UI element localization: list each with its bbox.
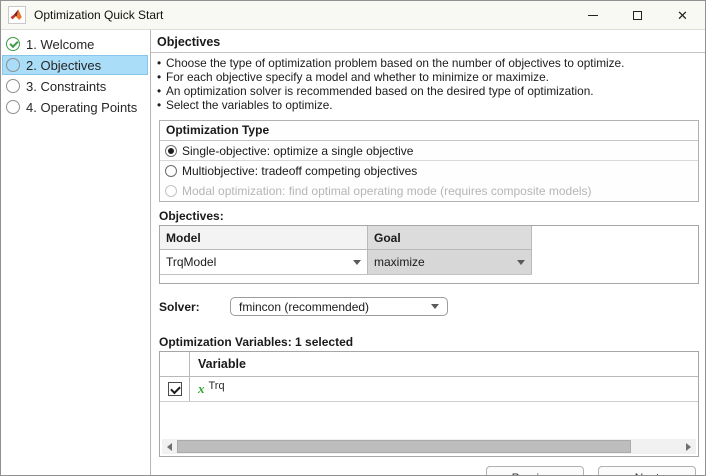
instruction-text: For each objective specify a model and w… [166, 70, 549, 84]
solver-row: Solver: fmincon (recommended) [159, 297, 700, 316]
instruction-text: Choose the type of optimization problem … [166, 56, 625, 70]
variable-x-icon: x [198, 381, 205, 396]
window-title: Optimization Quick Start [34, 8, 164, 22]
group-title: Optimization Type [160, 121, 698, 141]
step-complete-icon [6, 37, 20, 51]
title-bar: Optimization Quick Start ✕ [1, 1, 705, 30]
scrollbar-thumb[interactable] [177, 440, 631, 453]
previous-button[interactable]: Previous [486, 466, 584, 475]
column-header-model: Model [160, 226, 368, 249]
page-title: Objectives [151, 33, 705, 53]
instruction-text: Select the variables to optimize. [166, 98, 333, 112]
instruction-line: • For each objective specify a model and… [157, 70, 700, 84]
instruction-line: • Select the variables to optimize. [157, 98, 700, 112]
next-button[interactable]: Next [598, 466, 696, 475]
radio-label: Modal optimization: find optimal operati… [182, 184, 592, 198]
radio-selected-icon [165, 144, 177, 157]
variable-row-trq[interactable]: x Trq [160, 377, 698, 402]
close-icon: ✕ [677, 7, 688, 23]
radio-icon [165, 165, 177, 177]
minimize-button[interactable] [570, 1, 615, 29]
step-label: 3. Constraints [26, 78, 107, 94]
bullet-icon: • [157, 98, 162, 112]
step-circle-icon [6, 58, 20, 72]
chevron-down-icon [353, 259, 361, 265]
step-circle-icon [6, 100, 20, 114]
step-label: 2. Objectives [26, 57, 102, 73]
scroll-right-icon[interactable] [681, 439, 696, 454]
close-button[interactable]: ✕ [660, 1, 705, 29]
variables-table: Variable x Trq [159, 351, 699, 457]
variables-label: Optimization Variables: 1 selected [159, 335, 354, 349]
bullet-icon: • [157, 84, 162, 98]
minimize-icon [587, 14, 598, 16]
model-value: TrqModel [166, 255, 217, 269]
solver-value: fmincon (recommended) [239, 299, 370, 314]
horizontal-scrollbar[interactable] [162, 439, 696, 454]
instruction-text: An optimization solver is recommended ba… [166, 84, 594, 98]
radio-modal-optimization: Modal optimization: find optimal operati… [160, 181, 698, 201]
optimization-type-group: Optimization Type Single-objective: opti… [159, 120, 699, 202]
scroll-left-icon[interactable] [162, 439, 177, 454]
scrollbar-track[interactable] [177, 440, 681, 453]
variables-header-row: Variable [160, 352, 698, 377]
maximize-icon [633, 10, 642, 20]
step-circle-icon [6, 79, 20, 93]
variable-checkbox[interactable] [167, 382, 182, 396]
sidebar-item-objectives[interactable]: 2. Objectives [2, 55, 148, 75]
model-dropdown[interactable]: TrqModel [160, 250, 368, 274]
goal-dropdown[interactable]: maximize [368, 250, 532, 274]
radio-label: Multiobjective: tradeoff competing objec… [182, 164, 418, 178]
instruction-line: • An optimization solver is recommended … [157, 84, 700, 98]
objectives-empty-row [160, 275, 532, 283]
objectives-table-empty-area [532, 226, 698, 283]
step-label: 4. Operating Points [26, 99, 138, 115]
instruction-line: • Choose the type of optimization proble… [157, 56, 700, 70]
variable-name: Trq [208, 380, 225, 392]
objectives-header-row: Model Goal [160, 226, 532, 250]
objectives-table-label: Objectives: [159, 209, 224, 223]
matlab-icon [8, 6, 26, 24]
maximize-button[interactable] [615, 1, 660, 29]
solver-label: Solver: [159, 299, 200, 314]
column-header-goal: Goal [368, 226, 532, 249]
radio-single-objective[interactable]: Single-objective: optimize a single obje… [160, 141, 698, 161]
objectives-table: Model Goal TrqModel maximize [159, 225, 699, 284]
goal-value: maximize [374, 255, 425, 269]
sidebar-item-constraints[interactable]: 3. Constraints [2, 76, 148, 96]
radio-multiobjective[interactable]: Multiobjective: tradeoff competing objec… [160, 161, 698, 181]
wizard-steps-sidebar: 1. Welcome 2. Objectives 3. Constraints … [1, 30, 151, 475]
wizard-navigation: Previous Next [157, 466, 700, 475]
step-label: 1. Welcome [26, 36, 95, 52]
chevron-down-icon [431, 304, 439, 309]
checkbox-column-header [160, 352, 190, 376]
sidebar-item-welcome[interactable]: 1. Welcome [2, 34, 148, 54]
sidebar-item-operating-points[interactable]: 4. Operating Points [2, 97, 148, 117]
solver-dropdown[interactable]: fmincon (recommended) [230, 297, 448, 316]
radio-label: Single-objective: optimize a single obje… [182, 143, 414, 158]
bullet-icon: • [157, 70, 162, 84]
bullet-icon: • [157, 56, 162, 70]
objectives-data-row: TrqModel maximize [160, 250, 532, 275]
column-header-variable: Variable [198, 357, 246, 371]
optimization-quick-start-window: Optimization Quick Start ✕ 1. Welcome 2.… [0, 0, 706, 476]
radio-disabled-icon [165, 185, 177, 197]
objectives-page: Objectives • Choose the type of optimiza… [151, 30, 705, 475]
chevron-down-icon [517, 259, 525, 265]
